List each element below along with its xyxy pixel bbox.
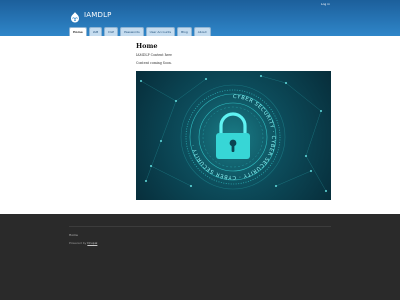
page-title: Home [136, 42, 158, 50]
footer-home-link[interactable]: Home [69, 233, 78, 237]
tab-about[interactable]: About [193, 27, 211, 36]
tab-passwords[interactable]: Passwords [120, 27, 144, 36]
lock-illustration: CYBER SECURITY · CYBER SECURITY · CYBER … [139, 74, 328, 193]
footer-credit: Powered by Drupal [69, 241, 97, 245]
footer-credit-text: Powered by [69, 241, 87, 245]
login-link[interactable]: Log in [321, 2, 330, 6]
content-paragraph: Content coming Soon. [136, 61, 172, 65]
site-footer: Home Powered by Drupal [0, 214, 400, 300]
tab-iam[interactable]: IAM [88, 27, 103, 36]
main-nav: Home IAM DLP Passwords User Accounts Blo… [69, 27, 211, 37]
main-content: Home IAMDLP Content here Content coming … [136, 40, 336, 65]
footer-divider [69, 226, 331, 227]
drupal-logo-icon[interactable] [69, 11, 81, 23]
site-name[interactable]: IAMDLP [84, 11, 112, 19]
tab-dlp[interactable]: DLP [104, 27, 119, 36]
site-header: Log in IAMDLP Home IAM DLP Passwords Use… [0, 0, 400, 37]
tab-blog[interactable]: Blog [177, 27, 192, 36]
cyber-security-image: CYBER SECURITY · CYBER SECURITY · CYBER … [136, 71, 331, 200]
tab-user-accounts[interactable]: User Accounts [145, 27, 176, 36]
sidebar [69, 36, 131, 214]
content-paragraph: IAMDLP Content here [136, 53, 172, 57]
drupal-link[interactable]: Drupal [87, 241, 97, 245]
